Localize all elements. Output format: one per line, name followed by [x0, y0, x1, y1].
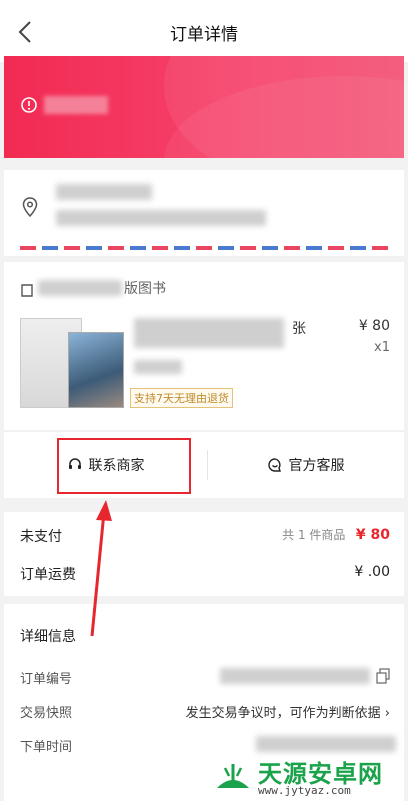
product-title-redacted — [134, 318, 284, 348]
shop-name-redacted — [38, 280, 122, 296]
status-text-redacted — [44, 96, 108, 114]
order-number-row: 订单编号 — [20, 668, 390, 688]
item-count: 共 1 件商品 — [282, 528, 346, 542]
snapshot-label: 交易快照 — [20, 706, 73, 721]
official-service-label: 官方客服 — [288, 458, 345, 474]
unpaid-summary: 共 1 件商品 ¥ 80 — [282, 526, 390, 543]
alert-icon — [21, 97, 37, 113]
order-status-banner — [4, 56, 404, 158]
copy-icon[interactable] — [376, 668, 390, 684]
product-thumbnail-secondary — [68, 332, 124, 408]
unpaid-row: 未支付 共 1 件商品 ¥ 80 — [20, 526, 390, 546]
product-quantity: x1 — [374, 340, 390, 355]
watermark-url: www.jytyaz.com — [258, 784, 351, 797]
return-policy-tag: 支持7天无理由退货 — [130, 388, 233, 408]
watermark-logo-icon — [217, 764, 249, 788]
official-service-button[interactable]: 官方客服 — [207, 432, 404, 498]
address-redacted — [56, 210, 266, 226]
product-title[interactable]: 张 — [292, 318, 306, 338]
product-spec-redacted — [134, 360, 182, 374]
page-title: 订单详情 — [170, 25, 238, 45]
shipping-label: 订单运费 — [20, 567, 76, 583]
detail-title: 详细信息 — [20, 629, 76, 645]
site-watermark: 天源安卓网 www.jytyaz.com — [214, 752, 408, 801]
order-time-label: 下单时间 — [20, 740, 73, 755]
recipient-redacted — [56, 184, 152, 200]
address-card[interactable] — [4, 170, 404, 256]
shipping-row: 订单运费 ¥ .00 — [20, 564, 390, 584]
snapshot-row[interactable]: 交易快照 发生交易争议时，可作为判断依据 › — [20, 702, 390, 722]
order-time-redacted — [256, 736, 396, 752]
product-price: ¥ 80 — [358, 318, 390, 334]
shop-icon — [21, 284, 33, 297]
chevron-right-icon: › — [158, 279, 164, 295]
order-item-card: 版图书 › 张 ¥ 80 x1 支持7天无理由退货 — [4, 262, 404, 430]
location-pin-icon — [22, 197, 38, 217]
top-bar: 订单详情 — [0, 0, 408, 62]
chat-bubble-icon — [267, 458, 281, 472]
payment-summary: 未支付 共 1 件商品 ¥ 80 订单运费 ¥ .00 — [4, 512, 404, 596]
annotation-highlight-box — [57, 438, 191, 494]
snapshot-value: 发生交易争议时，可作为判断依据 › — [185, 706, 390, 721]
order-number-label: 订单编号 — [20, 672, 73, 687]
order-number-redacted — [220, 668, 370, 684]
envelope-stripe — [20, 246, 388, 250]
unpaid-label: 未支付 — [20, 529, 62, 545]
shipping-amount: ¥ .00 — [354, 564, 390, 580]
unpaid-amount: ¥ 80 — [355, 527, 390, 543]
